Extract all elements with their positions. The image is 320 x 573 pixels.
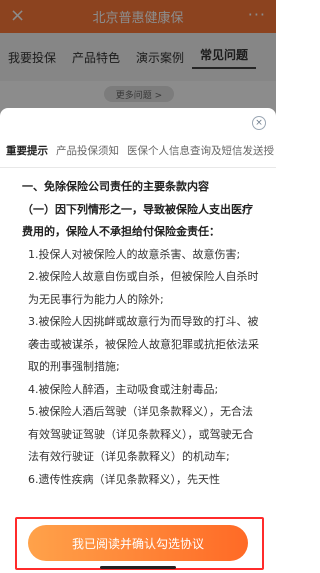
home-indicator bbox=[100, 566, 176, 569]
confirm-agreement-button[interactable]: 我已阅读并确认勾选协议 bbox=[28, 525, 248, 561]
list-item: 6.遗传性疾病（详见条款释义），先天性 bbox=[28, 472, 220, 486]
divider bbox=[0, 167, 276, 168]
list-item: 1.投保人对被保险人的故意杀害、故意伤害; bbox=[28, 247, 241, 261]
list-item: 2.被保险人故意自伤或自杀，但被保险人自杀时为无民事行为能力人的除外; bbox=[28, 270, 259, 306]
section-heading: 一、免除保险公司责任的主要条款内容 bbox=[22, 180, 209, 193]
tab-insurance-notice[interactable]: 产品投保须知 bbox=[52, 143, 123, 158]
list-item: 4.被保险人醉酒，主动吸食或注射毒品; bbox=[28, 382, 219, 396]
close-icon[interactable]: × bbox=[252, 116, 266, 130]
sheet-tabs: 重要提示 产品投保须知 医保个人信息查询及短信发送授 bbox=[0, 139, 276, 161]
tab-important-notice[interactable]: 重要提示 bbox=[0, 143, 52, 161]
agreement-content[interactable]: 一、免除保险公司责任的主要条款内容 （一）因下列情形之一，导致被保险人支出医疗费… bbox=[0, 176, 276, 516]
agreement-sheet: × 重要提示 产品投保须知 医保个人信息查询及短信发送授 一、免除保险公司责任的… bbox=[0, 108, 276, 573]
subsection-heading: （一）因下列情形之一，导致被保险人支出医疗费用的，保险人不承担给付保险金责任： bbox=[22, 202, 253, 239]
tab-info-authorization[interactable]: 医保个人信息查询及短信发送授 bbox=[123, 143, 276, 158]
list-item: 5.被保险人酒后驾驶（详见条款释义），无合法有效驾驶证驾驶（详见条款释义），或驾… bbox=[28, 405, 254, 463]
list-item: 3.被保险人因挑衅或故意行为而导致的打斗、被袭击或被谋杀，被保险人故意犯罪或抗拒… bbox=[28, 315, 259, 373]
